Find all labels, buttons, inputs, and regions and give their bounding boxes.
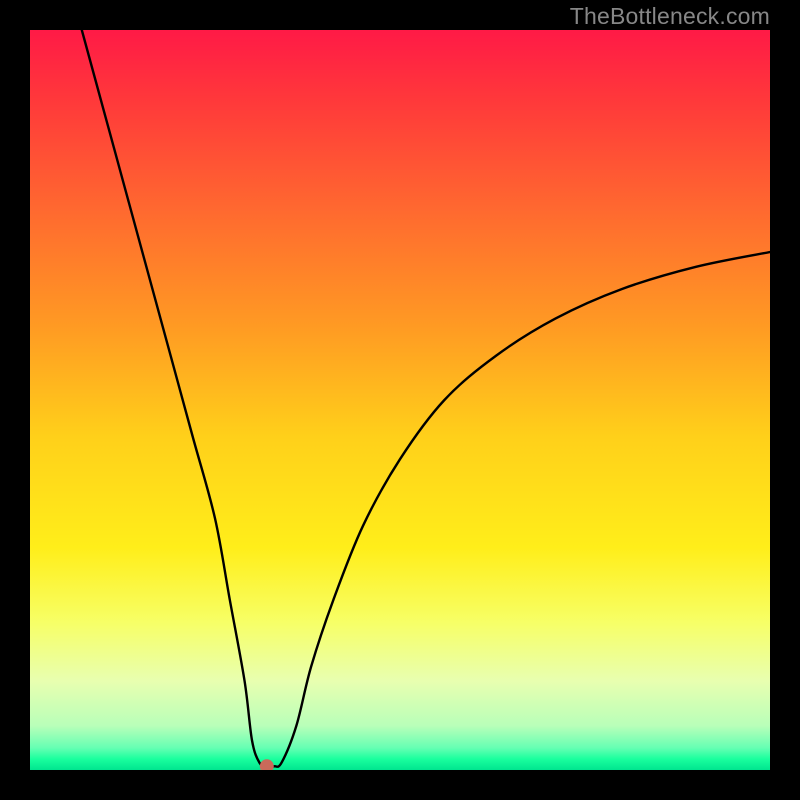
watermark-text: TheBottleneck.com [570, 3, 770, 30]
bottleneck-chart [30, 30, 770, 770]
chart-background [30, 30, 770, 770]
chart-frame [30, 30, 770, 770]
